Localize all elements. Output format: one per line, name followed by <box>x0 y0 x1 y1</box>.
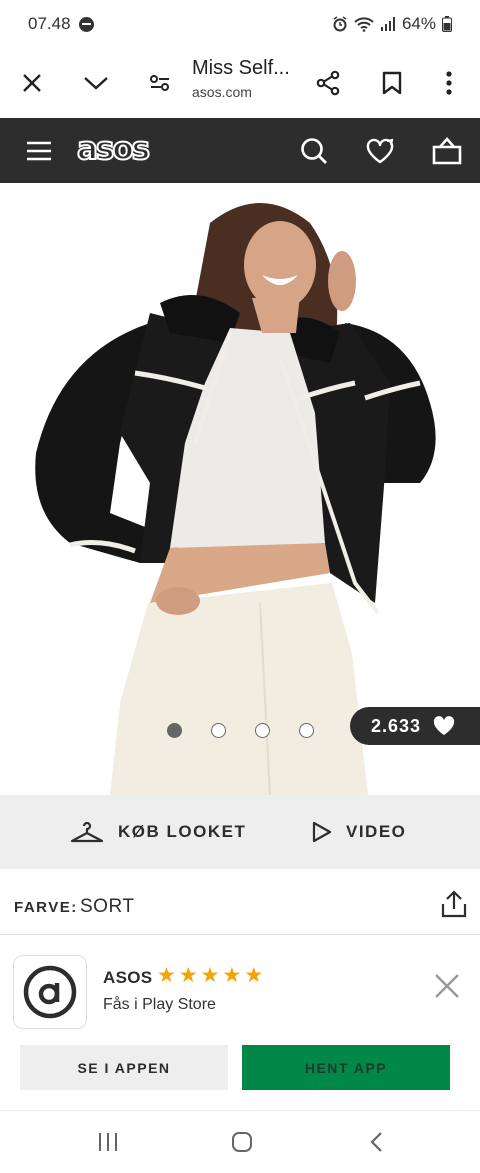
signal-icon <box>380 17 395 31</box>
color-value: SORT <box>80 896 135 917</box>
more-icon <box>446 71 452 95</box>
battery-icon <box>442 16 452 32</box>
buy-look-label: KØB LOOKET <box>118 822 247 841</box>
search-button[interactable] <box>298 135 330 167</box>
wifi-icon <box>354 17 374 32</box>
alarm-icon <box>333 16 347 32</box>
color-label: FARVE: <box>14 899 78 916</box>
close-icon <box>435 974 459 998</box>
battery-percent: 64% <box>401 14 436 33</box>
star-icon: ★ <box>222 964 242 987</box>
app-logo-icon <box>23 965 77 1019</box>
home-button[interactable] <box>222 1122 262 1162</box>
gallery-pagination[interactable] <box>167 723 314 738</box>
star-icon: ★ <box>200 964 220 987</box>
get-app-button[interactable]: HENT APP <box>242 1045 450 1090</box>
recents-button[interactable] <box>88 1122 128 1162</box>
look-bar: KØB LOOKET VIDEO <box>0 795 480 869</box>
back-button[interactable] <box>356 1122 396 1162</box>
back-icon <box>370 1132 382 1152</box>
gallery-dot-4[interactable] <box>299 723 314 738</box>
close-tab-button[interactable] <box>12 63 52 103</box>
chevron-down-icon <box>84 77 108 90</box>
open-in-app-button[interactable]: SE I APPEN <box>20 1045 228 1090</box>
share-icon <box>316 70 340 96</box>
close-icon <box>23 74 41 92</box>
product-photo <box>35 203 436 795</box>
app-store-subtitle: Fås i Play Store <box>103 996 216 1013</box>
bookmark-icon <box>382 71 402 95</box>
share-upload-icon <box>441 890 467 918</box>
hanger-icon <box>70 821 104 843</box>
gallery-dot-3[interactable] <box>255 723 270 738</box>
minimize-button[interactable] <box>76 63 116 103</box>
saved-items-button[interactable] <box>364 135 396 167</box>
gallery-dot-1[interactable] <box>167 723 182 738</box>
page-domain: asos.com <box>192 84 252 100</box>
more-options-button[interactable] <box>429 63 469 103</box>
product-image-gallery[interactable]: 2.633 <box>0 183 480 795</box>
tune-icon <box>150 75 169 91</box>
save-count-button[interactable]: 2.633 <box>350 707 480 745</box>
app-install-banner: ASOS ★ ★ ★ ★ ★ Fås i Play Store SE I APP… <box>0 935 480 1110</box>
menu-button[interactable] <box>24 136 54 166</box>
status-time: 07.48 <box>28 14 71 33</box>
home-icon <box>232 1132 252 1152</box>
color-row: FARVE: SORT <box>0 869 480 935</box>
heart-icon <box>366 138 394 163</box>
page-title: Miss Self... <box>192 57 290 79</box>
recents-icon <box>99 1133 117 1151</box>
page-title-block[interactable]: Miss Self... asos.com <box>192 56 290 102</box>
system-nav-bar <box>0 1110 480 1173</box>
search-icon <box>301 137 327 164</box>
site-header: asos <box>0 118 480 183</box>
app-icon <box>13 955 87 1029</box>
gallery-dot-2[interactable] <box>211 723 226 738</box>
share-product-button[interactable] <box>440 890 468 918</box>
saves-count: 2.633 <box>371 715 422 736</box>
share-page-button[interactable] <box>308 63 348 103</box>
bag-button[interactable] <box>430 134 464 168</box>
browser-toolbar: Miss Self... asos.com <box>0 48 480 118</box>
video-button[interactable]: VIDEO <box>312 795 406 869</box>
star-icon: ★ <box>244 964 264 987</box>
buy-look-button[interactable]: KØB LOOKET <box>70 795 246 869</box>
play-icon <box>312 821 332 843</box>
close-banner-button[interactable] <box>434 973 460 999</box>
video-label: VIDEO <box>346 822 407 841</box>
site-settings-button[interactable] <box>140 63 180 103</box>
status-bar: 07.48 64% <box>0 0 480 48</box>
rating-stars: ★ ★ ★ ★ ★ <box>157 965 263 987</box>
do-not-disturb-icon <box>78 16 94 32</box>
asos-logo[interactable]: asos <box>76 130 151 168</box>
heart-filled-icon <box>433 716 455 735</box>
app-name: ASOS <box>103 968 153 987</box>
menu-icon <box>27 141 51 160</box>
bookmark-button[interactable] <box>372 63 412 103</box>
star-icon: ★ <box>157 964 176 987</box>
bag-icon <box>432 136 462 164</box>
star-icon: ★ <box>178 964 198 987</box>
